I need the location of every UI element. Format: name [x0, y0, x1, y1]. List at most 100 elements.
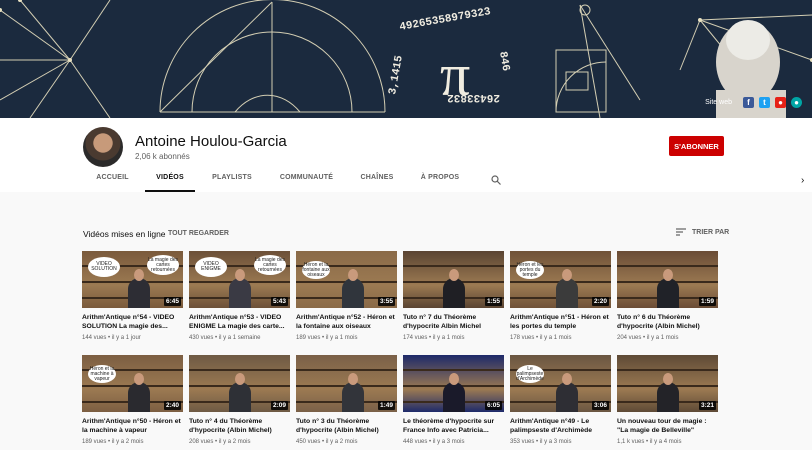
- tab-playlists[interactable]: PLAYLISTS: [195, 172, 269, 192]
- video-title[interactable]: Arithm'Antique n°50 - Héron et la machin…: [82, 418, 183, 435]
- thumbnail-person: [556, 278, 578, 308]
- video-card[interactable]: 1:55 Tuto n° 7 du Théorème d'hypocrite Al…: [403, 251, 504, 341]
- video-card[interactable]: Le palimpseste d'Archimède 3:06 Arithm'Ant…: [510, 355, 611, 445]
- video-meta: 144 vues • il y a 1 jour: [82, 335, 183, 341]
- thumbnail-head: [134, 373, 144, 385]
- video-card[interactable]: VIDEO SOLUTION La magie des cartes retour…: [82, 251, 183, 341]
- tab-videos[interactable]: VIDÉOS: [145, 172, 195, 192]
- svg-text:26433832: 26433832: [447, 91, 500, 103]
- play-all-button[interactable]: TOUT REGARDER: [168, 230, 229, 237]
- video-meta: 189 vues • il y a 1 mois: [296, 335, 397, 341]
- video-title[interactable]: Tuto n° 6 du Théorème d'hypocrite (Albin…: [617, 314, 718, 331]
- video-thumbnail[interactable]: 2:09: [189, 355, 290, 412]
- thumbnail-speech-bubble: VIDEO ENIGME: [195, 257, 227, 277]
- video-duration: 6:05: [484, 401, 502, 410]
- video-age: il y a 4 mois: [649, 439, 682, 445]
- video-duration: 5:43: [270, 297, 288, 306]
- thumbnail-person: [128, 382, 150, 412]
- thumbnail-head: [663, 373, 673, 385]
- thumbnail-person: [229, 382, 251, 412]
- subscribe-button[interactable]: S'ABONNER: [669, 136, 724, 156]
- video-thumbnail[interactable]: 6:05: [403, 355, 504, 412]
- thumbnail-speech-bubble: La magie des cartes retournées: [254, 255, 286, 275]
- video-card[interactable]: 2:09 Tuto n° 4 du Théorème d'hypocrite (A…: [189, 355, 290, 445]
- video-card[interactable]: 1:59 Tuto n° 6 du Théorème d'hypocrite (A…: [617, 251, 718, 341]
- tab-chaines[interactable]: CHAÎNES: [344, 172, 410, 192]
- site-link[interactable]: Site web: [705, 99, 732, 106]
- video-title[interactable]: Un nouveau tour de magie : "La magie de …: [617, 418, 718, 435]
- video-thumbnail[interactable]: 1:59: [617, 251, 718, 308]
- video-title[interactable]: Tuto n° 4 du Théorème d'hypocrite (Albin…: [189, 418, 290, 435]
- video-title[interactable]: Le théorème d'hypocrite sur France Info …: [403, 418, 504, 435]
- video-thumbnail[interactable]: 3:21: [617, 355, 718, 412]
- facebook-icon[interactable]: f: [743, 97, 754, 108]
- video-views: 1,1 k vues: [617, 439, 645, 445]
- video-title[interactable]: Arithm'Antique n°51 - Héron et les porte…: [510, 314, 611, 331]
- video-thumbnail[interactable]: VIDEO ENIGME La magie des cartes retourné…: [189, 251, 290, 308]
- video-card[interactable]: 3:21 Un nouveau tour de magie : "La magie…: [617, 355, 718, 445]
- website-icon[interactable]: ●: [791, 97, 802, 108]
- channel-header: Antoine Houlou-Garcia 2,06 k abonnés S'A…: [0, 118, 812, 192]
- video-card[interactable]: 1:49 Tuto n° 3 du Théorème d'hypocrite (A…: [296, 355, 397, 445]
- video-age: il y a 1 mois: [432, 335, 465, 341]
- video-title[interactable]: Arithm'Antique n°52 - Héron et la fontai…: [296, 314, 397, 331]
- video-views: 208 vues: [189, 439, 214, 445]
- section-title: Vidéos mises en ligne: [83, 229, 166, 239]
- video-duration: 3:06: [591, 401, 609, 410]
- video-thumbnail[interactable]: Héron et les portes du temple 2:20: [510, 251, 611, 308]
- sort-button[interactable]: TRIER PAR: [676, 228, 729, 236]
- video-thumbnail[interactable]: Le palimpseste d'Archimède 3:06: [510, 355, 611, 412]
- video-thumbnail[interactable]: Héron et la fontaine aux oiseaux 3:55: [296, 251, 397, 308]
- search-icon[interactable]: [491, 175, 501, 185]
- video-title[interactable]: Arithm'Antique n°49 - Le palimpseste d'A…: [510, 418, 611, 435]
- video-meta: 450 vues • il y a 2 mois: [296, 439, 397, 445]
- thumbnail-person: [229, 278, 251, 308]
- video-thumbnail[interactable]: VIDEO SOLUTION La magie des cartes retour…: [82, 251, 183, 308]
- video-title[interactable]: Arithm'Antique n°53 - VIDEO ENIGME La ma…: [189, 314, 290, 331]
- video-duration: 3:21: [698, 401, 716, 410]
- youtube-icon[interactable]: ●: [775, 97, 786, 108]
- video-card[interactable]: Héron et les portes du temple 2:20 Arithm'…: [510, 251, 611, 341]
- thumbnail-speech-bubble: VIDEO SOLUTION: [88, 257, 120, 277]
- video-thumbnail[interactable]: Héron et la machine à vapeur 2:40: [82, 355, 183, 412]
- thumbnail-speech-bubble: Héron et la machine à vapeur: [88, 365, 116, 383]
- video-title[interactable]: Tuto n° 3 du Théorème d'hypocrite (Albin…: [296, 418, 397, 435]
- video-meta: 189 vues • il y a 2 mois: [82, 439, 183, 445]
- video-card[interactable]: Héron et la machine à vapeur 2:40 Arithm'A…: [82, 355, 183, 445]
- video-thumbnail[interactable]: 1:49: [296, 355, 397, 412]
- banner-social-links: Site web f t ● ●: [705, 97, 802, 108]
- video-age: il y a 1 semaine: [218, 335, 261, 341]
- thumbnail-shelf: [189, 369, 290, 371]
- video-card[interactable]: Héron et la fontaine aux oiseaux 3:55 Arit…: [296, 251, 397, 341]
- chevron-right-icon[interactable]: ›: [801, 175, 804, 186]
- thumbnail-shelf: [617, 265, 718, 267]
- thumbnail-head: [449, 269, 459, 281]
- channel-avatar[interactable]: [83, 127, 123, 167]
- tab-accueil[interactable]: ACCUEIL: [80, 172, 145, 192]
- video-views: 430 vues: [189, 335, 214, 341]
- video-views: 178 vues: [510, 335, 535, 341]
- video-duration: 2:40: [163, 401, 181, 410]
- sort-label: TRIER PAR: [692, 228, 730, 236]
- twitter-icon[interactable]: t: [759, 97, 770, 108]
- thumbnail-speech-bubble: Héron et les portes du temple: [516, 261, 544, 279]
- thumbnail-speech-bubble: Héron et la fontaine aux oiseaux: [302, 261, 330, 279]
- tab-a-propos[interactable]: À PROPOS: [410, 172, 470, 192]
- video-views: 353 vues: [510, 439, 535, 445]
- video-thumbnail[interactable]: 1:55: [403, 251, 504, 308]
- video-age: il y a 1 mois: [539, 335, 572, 341]
- video-meta: 353 vues • il y a 3 mois: [510, 439, 611, 445]
- video-title[interactable]: Arithm'Antique n°54 - VIDEO SOLUTION La …: [82, 314, 183, 331]
- video-card[interactable]: 6:05 Le théorème d'hypocrite sur France I…: [403, 355, 504, 445]
- video-title[interactable]: Tuto n° 7 du Théorème d'hypocrite Albin …: [403, 314, 504, 331]
- video-duration: 1:55: [484, 297, 502, 306]
- video-duration: 2:20: [591, 297, 609, 306]
- thumbnail-person: [657, 278, 679, 308]
- thumbnail-head: [235, 373, 245, 385]
- video-meta: 178 vues • il y a 1 mois: [510, 335, 611, 341]
- video-views: 174 vues: [403, 335, 428, 341]
- thumbnail-head: [348, 269, 358, 281]
- video-card[interactable]: VIDEO ENIGME La magie des cartes retourné…: [189, 251, 290, 341]
- tab-communaute[interactable]: COMMUNAUTÉ: [269, 172, 344, 192]
- video-age: il y a 2 mois: [111, 439, 144, 445]
